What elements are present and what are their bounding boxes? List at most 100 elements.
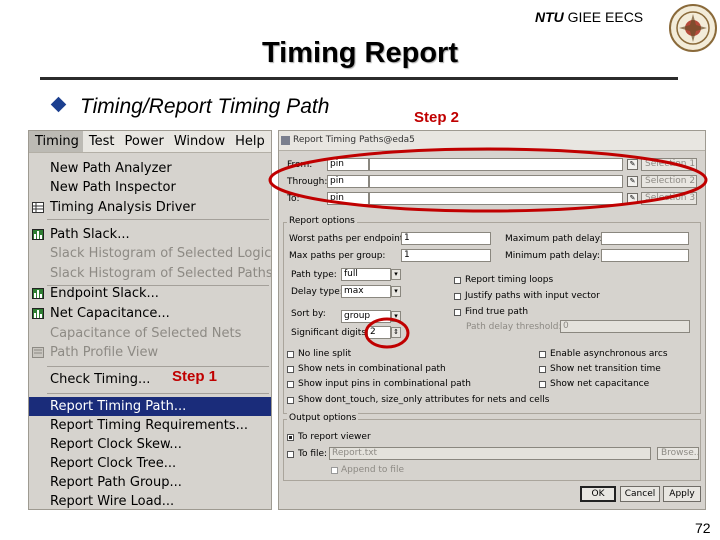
menu-item-label: Report Timing Path... bbox=[50, 399, 187, 414]
min-path-delay-input[interactable] bbox=[601, 249, 689, 262]
from-label: From: bbox=[287, 160, 313, 170]
chevron-down-icon[interactable]: ▾ bbox=[391, 269, 401, 280]
append-to-file-checkbox[interactable] bbox=[331, 467, 338, 474]
menu-item-slack-histogram-logic[interactable]: Slack Histogram of Selected Logic bbox=[29, 244, 272, 263]
menu-item-report-timing-requirements[interactable]: Report Timing Requirements... bbox=[29, 416, 271, 435]
menu-item-new-path-inspector[interactable]: New Path Inspector bbox=[29, 178, 271, 197]
histogram-icon bbox=[32, 229, 44, 240]
menu-item-label: Report Clock Tree... bbox=[50, 456, 177, 471]
significant-digits-input[interactable]: 2 bbox=[367, 326, 391, 339]
menu-item-endpoint-slack[interactable]: Endpoint Slack... bbox=[29, 284, 271, 303]
enable-async-arcs-label: Enable asynchronous arcs bbox=[550, 349, 668, 359]
find-true-path-checkbox[interactable] bbox=[454, 309, 461, 316]
histogram-icon bbox=[32, 288, 44, 299]
report-timing-loops-label: Report timing loops bbox=[465, 275, 554, 285]
through-type-select[interactable]: pin bbox=[327, 175, 369, 188]
window-icon bbox=[281, 136, 290, 145]
path-type-select[interactable]: full bbox=[341, 268, 391, 281]
to-type-select[interactable]: pin bbox=[327, 192, 369, 205]
delay-type-select[interactable]: max bbox=[341, 285, 391, 298]
menu-separator bbox=[47, 366, 269, 367]
enable-async-arcs-checkbox[interactable] bbox=[539, 351, 546, 358]
menu-item-path-profile-view[interactable]: Path Profile View bbox=[29, 343, 271, 362]
no-line-split-checkbox[interactable] bbox=[287, 351, 294, 358]
menu-item-label: Net Capacitance... bbox=[50, 306, 170, 321]
menu-item-new-path-analyzer[interactable]: New Path Analyzer bbox=[29, 159, 271, 178]
table-icon bbox=[32, 202, 44, 213]
menu-item-report-clock-skew[interactable]: Report Clock Skew... bbox=[29, 435, 271, 454]
max-path-delay-input[interactable] bbox=[601, 232, 689, 245]
worst-paths-input[interactable]: 1 bbox=[401, 232, 491, 245]
no-line-split-label: No line split bbox=[298, 349, 352, 359]
file-path-input[interactable]: Report.txt bbox=[329, 447, 651, 460]
menu-item-timing-analysis-driver[interactable]: Timing Analysis Driver bbox=[29, 198, 271, 217]
menu-item-label: Check Timing... bbox=[50, 372, 151, 387]
menu-item-report-clock-tree[interactable]: Report Clock Tree... bbox=[29, 454, 271, 473]
slide-title: Timing Report bbox=[261, 37, 459, 69]
show-input-pins-checkbox[interactable] bbox=[287, 381, 294, 388]
to-selection-button[interactable]: Selection 3 bbox=[641, 192, 697, 205]
org-bold: NTU bbox=[535, 9, 564, 25]
menu-item-path-slack[interactable]: Path Slack... bbox=[29, 225, 271, 244]
show-nets-checkbox[interactable] bbox=[287, 366, 294, 373]
to-report-viewer-checkbox[interactable] bbox=[287, 434, 294, 441]
menu-item-label: Path Slack... bbox=[50, 227, 130, 242]
from-type-select[interactable]: pin bbox=[327, 158, 369, 171]
from-selection-button[interactable]: Selection 1 bbox=[641, 158, 697, 171]
menu-timing[interactable]: Timing bbox=[29, 131, 83, 152]
menu-item-label: Slack Histogram of Selected Logic bbox=[50, 246, 272, 261]
org-rest: GIEE EECS bbox=[567, 9, 644, 25]
path-delay-threshold-input[interactable]: 0 bbox=[560, 320, 690, 333]
menu-item-capacitance-selected-nets[interactable]: Capacitance of Selected Nets bbox=[29, 324, 271, 343]
menu-item-slack-histogram-paths[interactable]: Slack Histogram of Selected Paths bbox=[29, 264, 271, 283]
menu-help[interactable]: Help bbox=[229, 131, 269, 152]
apply-button[interactable]: Apply bbox=[663, 486, 701, 502]
ok-button[interactable]: OK bbox=[580, 486, 616, 502]
show-net-capacitance-checkbox[interactable] bbox=[539, 381, 546, 388]
page-number: 72 bbox=[695, 520, 711, 536]
menu-item-report-path-group[interactable]: Report Path Group... bbox=[29, 473, 271, 492]
menu-separator bbox=[47, 219, 269, 220]
worst-paths-label: Worst paths per endpoint: bbox=[289, 234, 407, 244]
path-type-label: Path type: bbox=[291, 270, 337, 280]
menu-test[interactable]: Test bbox=[83, 131, 119, 152]
to-input[interactable] bbox=[369, 192, 623, 205]
menu-power[interactable]: Power bbox=[119, 131, 168, 152]
justify-paths-checkbox[interactable] bbox=[454, 293, 461, 300]
sort-by-label: Sort by: bbox=[291, 309, 326, 319]
through-selection-button[interactable]: Selection 2 bbox=[641, 175, 697, 188]
browse-button[interactable]: Browse... bbox=[657, 447, 699, 460]
menu-item-label: New Path Analyzer bbox=[50, 161, 172, 176]
bullet-text: Timing/Report Timing Path bbox=[80, 95, 330, 118]
menu-item-label: Capacitance of Selected Nets bbox=[50, 326, 242, 341]
max-paths-input[interactable]: 1 bbox=[401, 249, 491, 262]
menu-item-report-timing-path[interactable]: Report Timing Path... bbox=[29, 397, 271, 416]
show-net-transition-checkbox[interactable] bbox=[539, 366, 546, 373]
menu-window[interactable]: Window bbox=[168, 131, 229, 152]
justify-paths-label: Justify paths with input vector bbox=[465, 291, 600, 301]
edit-icon[interactable]: ✎ bbox=[627, 159, 638, 170]
through-input[interactable] bbox=[369, 175, 623, 188]
spinner-icon[interactable]: ⇕ bbox=[391, 327, 401, 338]
menu-item-report-wire-load[interactable]: Report Wire Load... bbox=[29, 492, 271, 509]
to-report-viewer-label: To report viewer bbox=[298, 432, 371, 442]
max-paths-label: Max paths per group: bbox=[289, 251, 386, 261]
menu-separator bbox=[47, 393, 269, 394]
organization-label: NTU GIEE EECS bbox=[535, 9, 643, 25]
chevron-down-icon[interactable]: ▾ bbox=[391, 286, 401, 297]
menu-item-check-timing[interactable]: Check Timing... bbox=[29, 370, 271, 389]
edit-icon[interactable]: ✎ bbox=[627, 193, 638, 204]
menubar: Timing Test Power Window Help bbox=[29, 131, 271, 153]
show-dont-touch-checkbox[interactable] bbox=[287, 397, 294, 404]
edit-icon[interactable]: ✎ bbox=[627, 176, 638, 187]
report-timing-loops-checkbox[interactable] bbox=[454, 277, 461, 284]
menu-item-net-capacitance[interactable]: Net Capacitance... bbox=[29, 304, 271, 323]
chevron-down-icon[interactable]: ▾ bbox=[391, 311, 401, 322]
from-input[interactable] bbox=[369, 158, 623, 171]
timing-menu-screenshot: Timing Test Power Window Help New Path A… bbox=[28, 130, 272, 510]
menu-item-label: Report Path Group... bbox=[50, 475, 182, 490]
to-file-checkbox[interactable] bbox=[287, 451, 294, 458]
sort-by-select[interactable]: group bbox=[341, 310, 391, 323]
to-file-label: To file: bbox=[298, 449, 328, 459]
cancel-button[interactable]: Cancel bbox=[620, 486, 660, 502]
